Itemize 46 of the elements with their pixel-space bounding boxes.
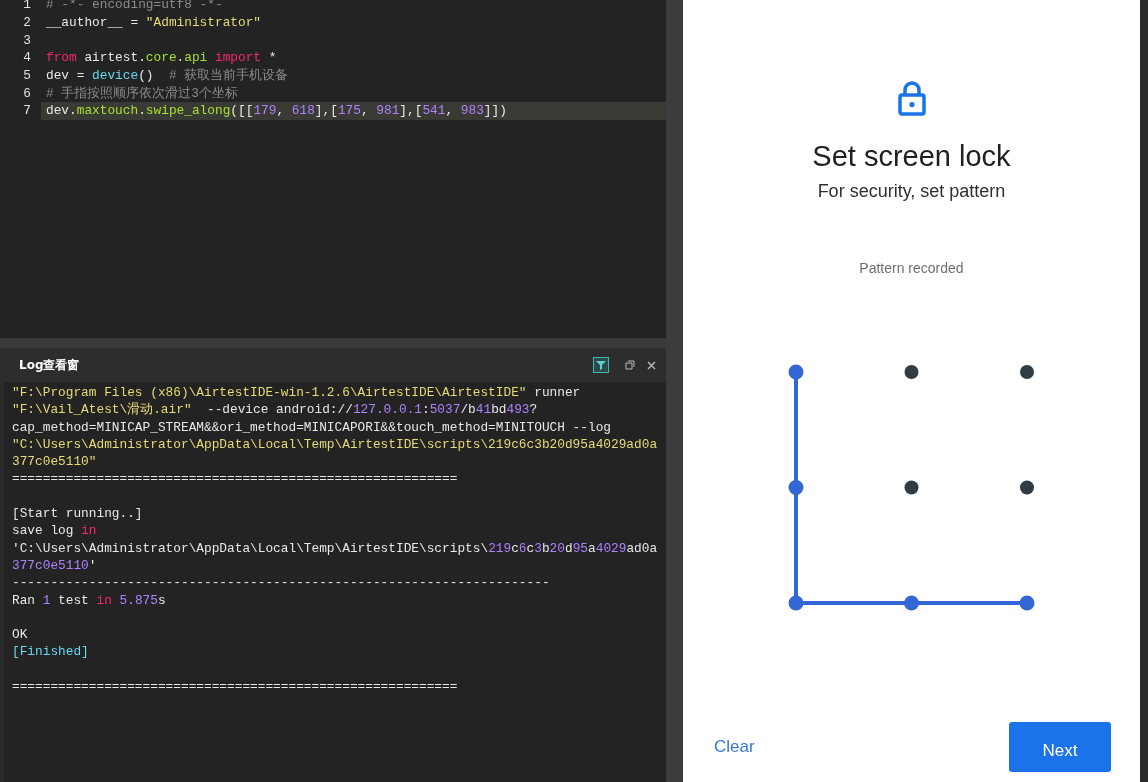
code-line: "F:\Program Files (x86)\AirtestIDE-win-1.2.6\AirtestIDE\AirtestIDE" runner (12, 385, 581, 400)
code-line: dev = device() # 获取当前手机设备 (46, 67, 289, 85)
lock-icon (897, 80, 926, 116)
pattern-dot[interactable] (904, 480, 919, 495)
code-line: ========================================================== (12, 471, 458, 487)
screen-subtitle: For security, set pattern (817, 180, 1006, 202)
code-line: ---------------------------------------------------------------------- (12, 575, 550, 591)
code-line: [Finished] (12, 644, 89, 660)
line-number: 1 (22, 0, 31, 15)
code-line: cap_method=MINICAP_STREAM&&ori_method=MINICAPORI&&touch_method=MINITOUCH --log (12, 419, 611, 435)
code-line: ========================================================== (12, 679, 458, 695)
code-line: [Start running..] (12, 506, 143, 522)
code-line: save log in (12, 523, 97, 539)
code-line: # 手指按照顺序依次滑过3个坐标 (46, 84, 239, 103)
code-line: dev.maxtouch.swipe_along([[179, 618],[175, 981],[541, 983]]) (46, 102, 507, 121)
pattern-dot[interactable] (1020, 480, 1034, 495)
pattern-dot[interactable] (904, 365, 919, 379)
pattern-dot[interactable] (788, 595, 804, 611)
panel-title: Log查看窗 (19, 357, 80, 374)
clear-button[interactable]: Clear (711, 734, 758, 760)
line-number: 5 (22, 67, 31, 85)
line-number: 4 (22, 49, 31, 68)
code-line: 377c0e5110" (12, 454, 97, 470)
pattern-dot[interactable] (904, 595, 919, 611)
status-text: Pattern recorded (859, 259, 964, 278)
code-line: "C:\Users\Administrator\AppData\Local\Temp\AirtestIDE\scripts\219c6c3b20d95a4029ad0a (12, 436, 658, 452)
close-icon[interactable] (647, 360, 656, 370)
pattern-dot[interactable] (788, 364, 804, 380)
code-line: 'C:\Users\Administrator\AppData\Local\Temp\AirtestIDE\scripts\219c6c3b20d95a4029ad0a (12, 540, 658, 556)
code-line: OK (12, 627, 28, 643)
pattern-dot[interactable] (1020, 365, 1034, 379)
line-number: 2 (22, 13, 31, 32)
code-line: from airtest.core.api import * (46, 49, 277, 68)
code-line: Ran 1 test in 5.875s (12, 592, 166, 608)
line-number: 6 (22, 84, 31, 103)
filter-icon[interactable] (593, 357, 609, 373)
code-line: __author__ = "Administrator" (46, 13, 262, 32)
pattern-dot[interactable] (788, 480, 804, 495)
screen-title: Set screen lock (812, 139, 1011, 174)
line-number: 3 (22, 31, 31, 50)
line-number: 7 (22, 102, 31, 121)
next-button[interactable]: Next (1009, 722, 1111, 772)
code-line: 377c0e5110' (12, 557, 97, 573)
code-line: "F:\Vail_Atest\滑动.air" --device android://127.0.0.1:5037/b41bd493? (12, 402, 538, 418)
restore-icon[interactable] (625, 360, 635, 370)
pattern-dot[interactable] (1019, 595, 1035, 611)
